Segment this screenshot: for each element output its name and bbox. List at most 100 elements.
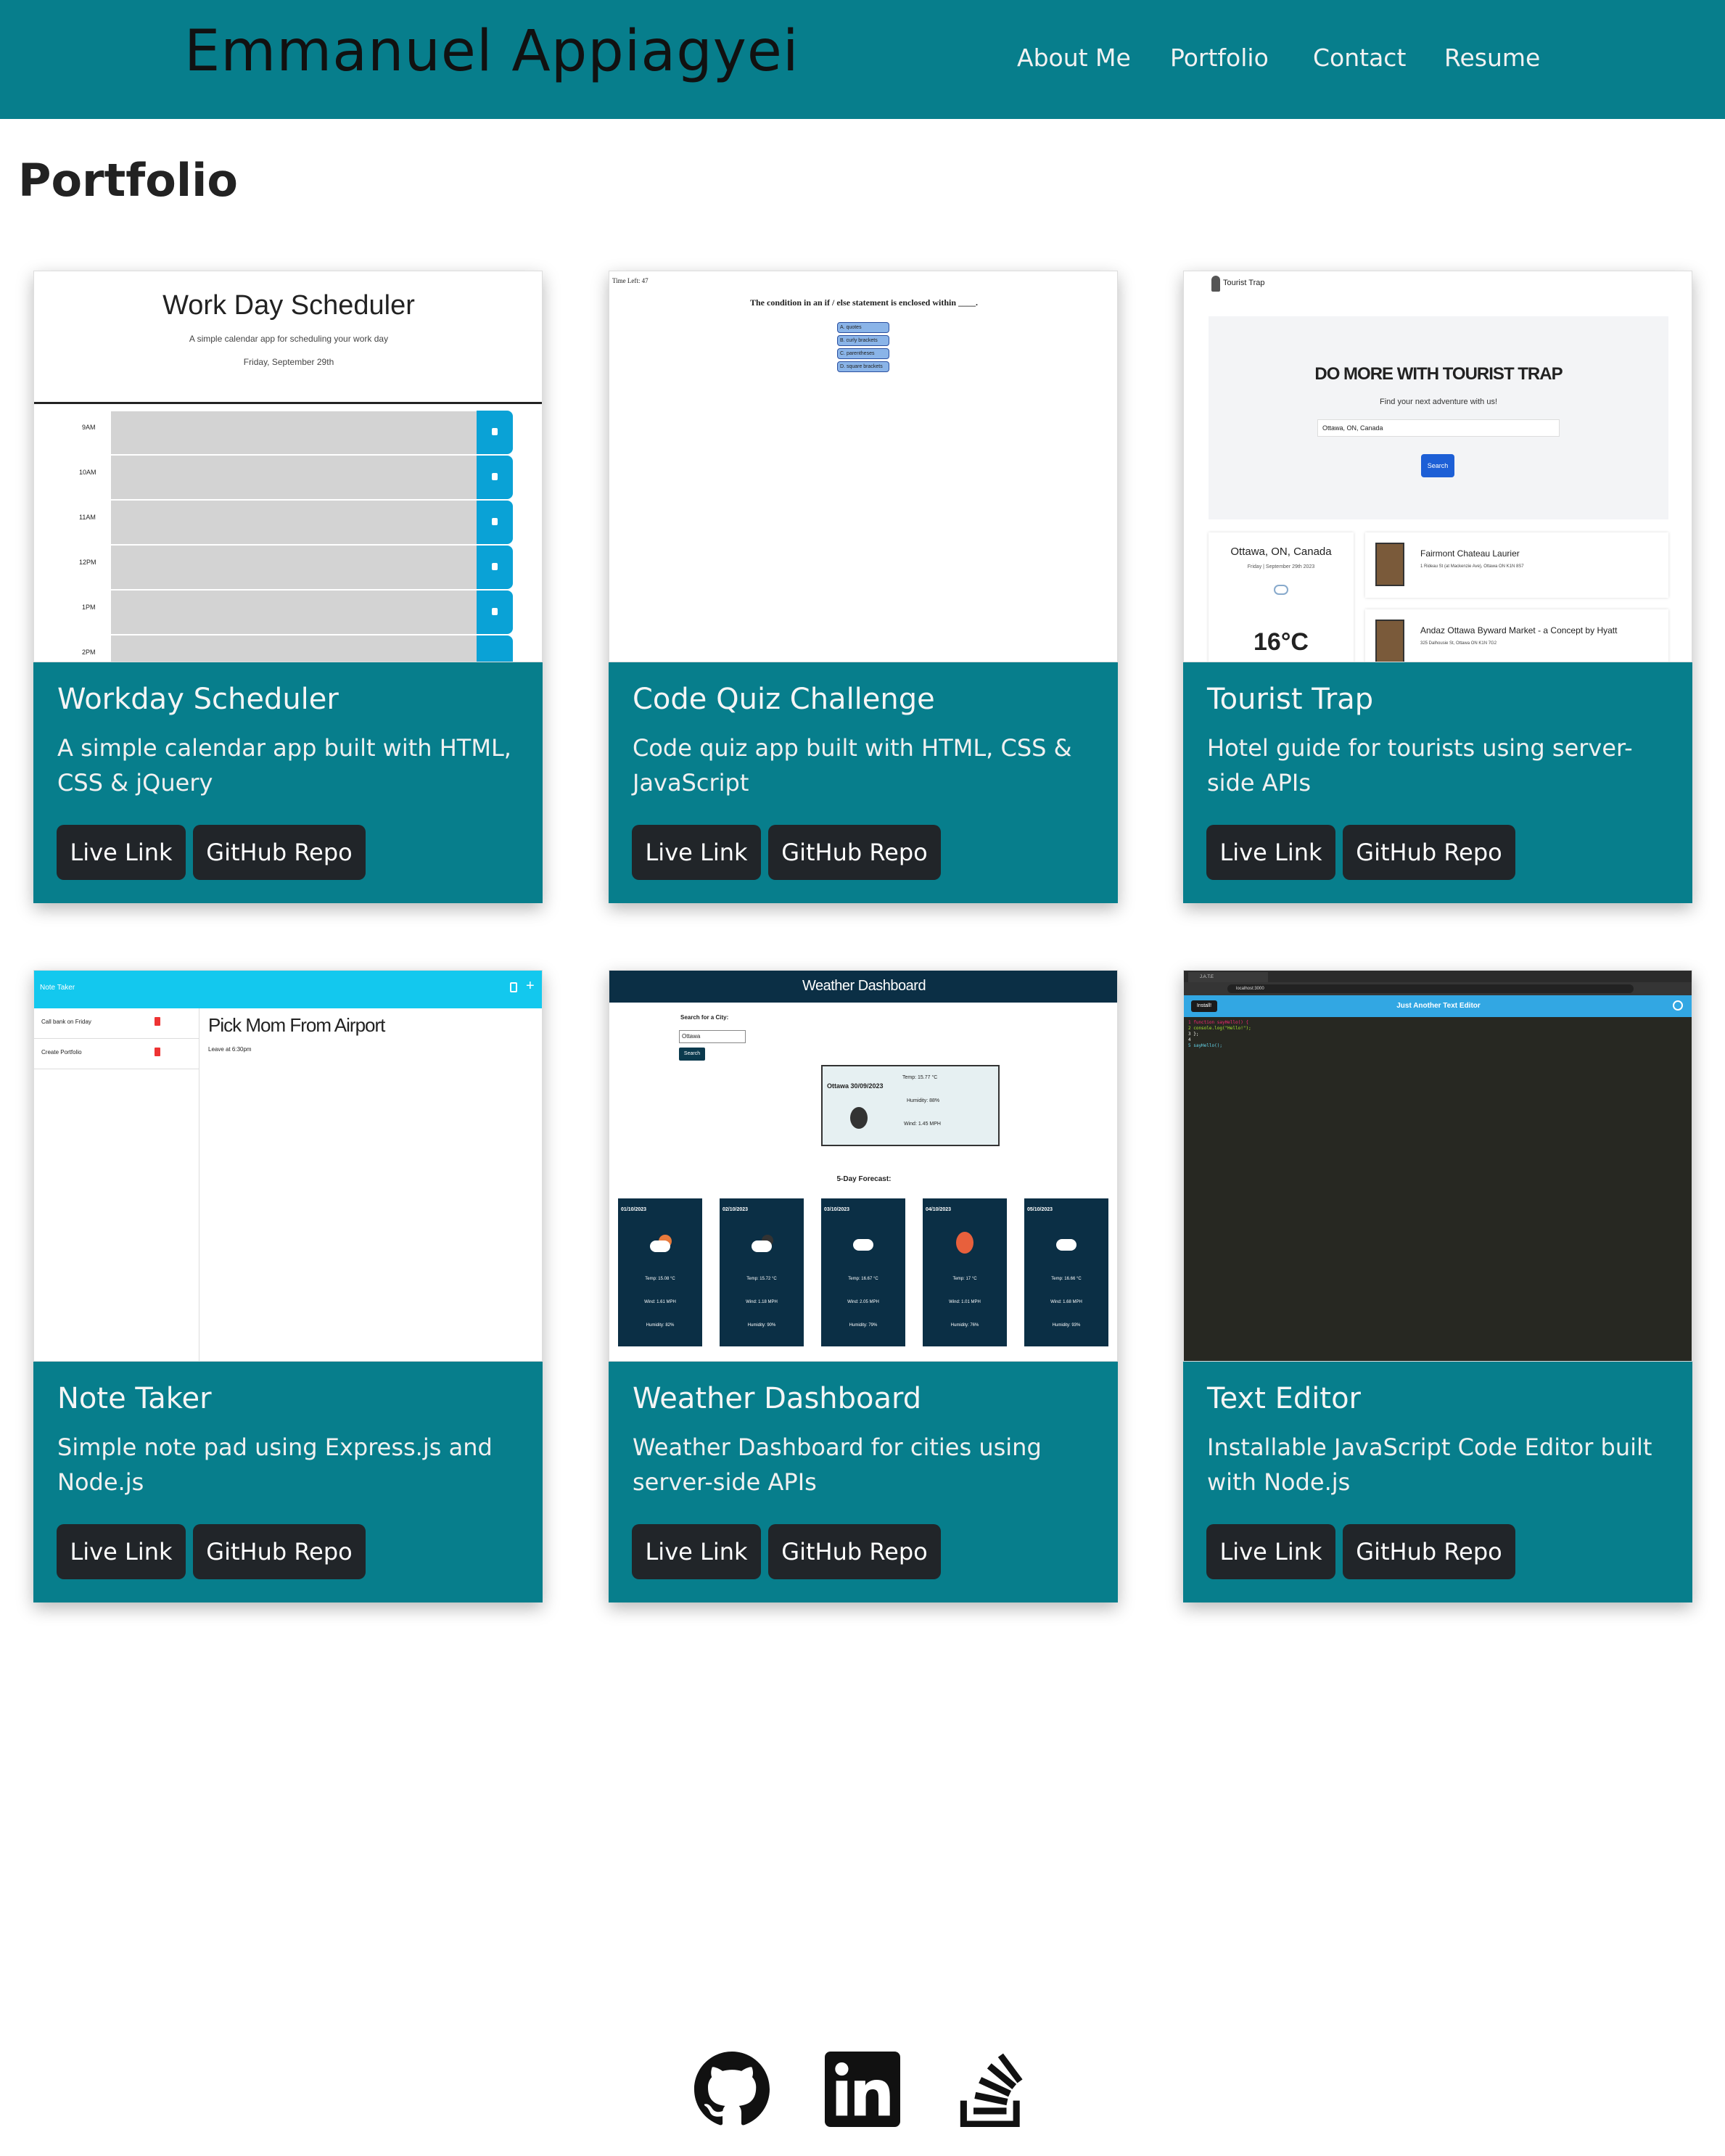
preview-subheading: A simple calendar app for scheduling you… (189, 334, 389, 344)
project-title: Note Taker (57, 1382, 212, 1415)
hotel-building-icon (1375, 543, 1404, 586)
answer-button[interactable]: B. curly brackets (837, 335, 889, 346)
hotel-name: Andaz Ottawa Byward Market - a Concept b… (1420, 625, 1618, 635)
note-list-title: Create Portfolio (41, 1049, 82, 1056)
site-brand[interactable]: Emmanuel Appiagyei (184, 19, 799, 84)
stackoverflow-icon[interactable] (955, 2052, 1030, 2127)
hour-textarea[interactable] (111, 635, 477, 662)
nav-link-contact[interactable]: Contact (1313, 44, 1406, 72)
hour-row: 12PM (67, 546, 513, 589)
forecast-date: 01/10/2023 (621, 1207, 647, 1212)
hour-textarea[interactable] (111, 546, 477, 589)
live-link-button[interactable]: Live Link (57, 1524, 186, 1579)
github-repo-button[interactable]: GitHub Repo (1343, 825, 1515, 880)
current-city: Ottawa 30/09/2023 (827, 1082, 884, 1090)
note-list-title: Call bank on Friday (41, 1019, 91, 1025)
current-wind: Wind: 1.45 MPH (904, 1122, 941, 1127)
save-button[interactable] (477, 411, 513, 454)
live-link-button[interactable]: Live Link (632, 825, 761, 880)
live-link-button[interactable]: Live Link (632, 1524, 761, 1579)
hour-textarea[interactable] (111, 591, 477, 634)
project-screenshot: Tourist Trap DO MORE WITH TOURIST TRAP F… (1183, 271, 1692, 662)
cloud-icon (1274, 585, 1288, 595)
editor-app-bar: Install! Just Another Text Editor (1184, 995, 1692, 1017)
project-card-workday-scheduler: Work Day Scheduler A simple calendar app… (33, 271, 543, 903)
project-screenshot: Time Left: 47 The condition in an if / e… (609, 271, 1118, 662)
forecast-temp: Temp: 15.72 °C (746, 1277, 777, 1281)
hour-label: 11AM (79, 514, 96, 521)
new-note-icon[interactable]: + (526, 978, 535, 995)
live-link-button[interactable]: Live Link (1206, 825, 1335, 880)
current-temp: Temp: 15.77 °C (902, 1075, 938, 1080)
hotel-card[interactable]: Fairmont Chateau Laurier 1 Rideau St (at… (1365, 532, 1668, 598)
hour-textarea[interactable] (111, 501, 477, 544)
note-app-bar: Note Taker + (34, 971, 542, 1008)
save-button[interactable] (477, 501, 513, 544)
hero-search-button[interactable]: Search (1421, 454, 1454, 477)
note-text[interactable]: Leave at 6:30pm (208, 1046, 252, 1053)
cloud-icon (650, 1240, 670, 1252)
forecast-date: 02/10/2023 (722, 1207, 749, 1212)
forecast-date: 05/10/2023 (1027, 1207, 1053, 1212)
live-link-button[interactable]: Live Link (57, 825, 186, 880)
preview-logo-text: Tourist Trap (1223, 279, 1265, 287)
save-button[interactable] (477, 591, 513, 634)
code-line: 1 function sayHello() { (1188, 1020, 1249, 1025)
hour-textarea[interactable] (111, 411, 477, 454)
browser-tab[interactable]: J.A.T.E (1188, 972, 1268, 982)
hero-title: DO MORE WITH TOURIST TRAP (1314, 364, 1563, 384)
quiz-question: The condition in an if / else statement … (749, 297, 978, 308)
hour-textarea[interactable] (111, 456, 477, 499)
list-item[interactable]: Create Portfolio (34, 1039, 199, 1069)
code-line: 5 sayHello(); (1188, 1043, 1222, 1048)
save-button[interactable] (477, 456, 513, 499)
live-link-button[interactable]: Live Link (1206, 1524, 1335, 1579)
hour-row: 1PM (67, 591, 513, 634)
city-search-input[interactable]: Ottawa (679, 1030, 746, 1043)
nav-link-resume[interactable]: Resume (1444, 44, 1540, 72)
answer-button[interactable]: C. parentheses (837, 348, 889, 359)
github-repo-button[interactable]: GitHub Repo (768, 1524, 941, 1579)
weather-card: Ottawa, ON, Canada Friday | September 29… (1209, 532, 1354, 662)
note-title[interactable]: Pick Mom From Airport (208, 1014, 385, 1037)
page-title: Portfolio (18, 154, 238, 207)
project-description: Code quiz app built with HTML, CSS & Jav… (633, 734, 1072, 797)
linkedin-icon[interactable] (825, 2052, 900, 2127)
answer-button[interactable]: A. quotes (837, 322, 889, 333)
github-icon[interactable] (694, 2052, 770, 2127)
github-repo-button[interactable]: GitHub Repo (193, 825, 366, 880)
project-description: Simple note pad using Express.js and Nod… (57, 1433, 493, 1496)
project-title: Text Editor (1207, 1382, 1361, 1415)
search-button[interactable]: Search (679, 1048, 705, 1061)
project-screenshot: Work Day Scheduler A simple calendar app… (33, 271, 543, 662)
nav-link-portfolio[interactable]: Portfolio (1170, 44, 1269, 72)
hero-search-input[interactable]: Ottawa, ON, Canada (1317, 419, 1560, 437)
project-title: Weather Dashboard (633, 1382, 922, 1415)
hotel-address: 1 Rideau St (at Mackenzie Ave), Ottawa O… (1420, 564, 1524, 569)
address-field[interactable]: localhost:3000 (1227, 984, 1634, 993)
github-repo-button[interactable]: GitHub Repo (193, 1524, 366, 1579)
forecast-humidity: Humidity: 79% (849, 1323, 878, 1328)
github-repo-button[interactable]: GitHub Repo (768, 825, 941, 880)
code-area[interactable]: 1 function sayHello() { 2 console.log("H… (1184, 1017, 1692, 1361)
project-description: A simple calendar app built with HTML, C… (57, 734, 511, 797)
save-button[interactable] (477, 546, 513, 589)
github-repo-button[interactable]: GitHub Repo (1343, 1524, 1515, 1579)
divider (34, 402, 542, 404)
delete-icon[interactable] (155, 1017, 160, 1026)
save-button[interactable] (477, 635, 513, 662)
hour-label: 9AM (82, 424, 96, 431)
answer-button[interactable]: D. square brackets (837, 361, 889, 372)
project-title: Workday Scheduler (57, 683, 339, 716)
hour-label: 10AM (79, 469, 96, 476)
nav-link-about-me[interactable]: About Me (1017, 44, 1131, 72)
hotel-card[interactable]: Andaz Ottawa Byward Market - a Concept b… (1365, 609, 1668, 662)
hour-label: 12PM (79, 559, 96, 566)
project-description: Hotel guide for tourists using server-si… (1207, 734, 1633, 797)
cloud-icon (853, 1239, 873, 1251)
save-note-icon[interactable] (510, 982, 517, 992)
project-description: Installable JavaScript Code Editor built… (1207, 1433, 1652, 1496)
delete-icon[interactable] (155, 1048, 160, 1056)
weather-date: Friday | September 29th 2023 (1247, 564, 1315, 569)
list-item[interactable]: Call bank on Friday (34, 1008, 199, 1039)
